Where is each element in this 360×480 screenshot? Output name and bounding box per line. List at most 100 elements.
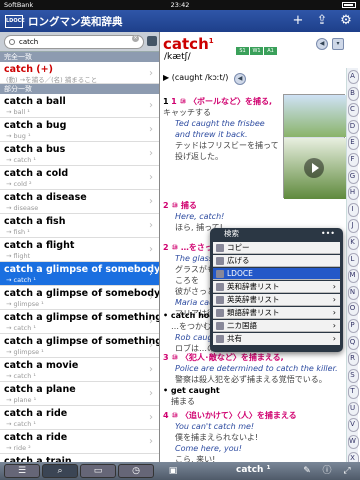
item-headword: catch a glimpse of somebody xyxy=(4,288,160,299)
alpha-index-letter[interactable]: L xyxy=(347,251,359,268)
chevron-right-icon: › xyxy=(149,436,153,447)
list-item[interactable]: catch a train› xyxy=(0,454,159,462)
item-sub: → flight xyxy=(6,252,31,260)
list-item[interactable]: catch a bug → bug ¹ › xyxy=(0,118,159,142)
alpha-index-letter[interactable]: U xyxy=(347,400,359,417)
alpha-index-letter[interactable]: R xyxy=(347,350,359,367)
alpha-index-letter[interactable]: P xyxy=(347,317,359,334)
menu-search[interactable]: 検索 ••• xyxy=(210,228,343,240)
list-item[interactable]: catch a glimpse of somebody → glimpse ¹ › xyxy=(0,286,159,310)
alpha-index-letter[interactable]: O xyxy=(347,300,359,317)
menu-copy[interactable]: コピー xyxy=(213,242,340,254)
list-item[interactable]: catch a ride → ride ² › xyxy=(0,430,159,454)
list-item[interactable]: catch a bus → catch ¹ › xyxy=(0,142,159,166)
chevron-right-icon: › xyxy=(149,244,153,255)
item-headword: catch a ride xyxy=(4,408,68,419)
alpha-index-letter[interactable]: M xyxy=(347,267,359,284)
alpha-index-letter[interactable]: T xyxy=(347,383,359,400)
list-item[interactable]: catch a ride → catch ¹ › xyxy=(0,406,159,430)
speaker-icon[interactable]: ◀ xyxy=(234,73,246,85)
alpha-index-letter[interactable]: I xyxy=(347,201,359,218)
item-headword: catch a movie xyxy=(4,360,79,371)
alpha-index-letter[interactable]: A xyxy=(347,68,359,85)
sidebar-toggle-icon[interactable]: ▣ xyxy=(166,464,180,478)
item-sub: → catch ¹ xyxy=(6,324,36,332)
search-bar: catch × xyxy=(0,32,159,52)
inflection: ▶ (caught /kɔːt/) xyxy=(163,73,229,82)
alpha-index-letter[interactable]: B xyxy=(347,85,359,102)
alpha-index-letter[interactable]: N xyxy=(347,284,359,301)
speaker-icon[interactable]: ◀ xyxy=(316,38,328,50)
chevron-right-icon: › xyxy=(149,196,153,207)
chevron-right-icon: › xyxy=(149,268,153,279)
item-headword: catch a glimpse of somebody xyxy=(4,264,160,275)
corner-menu-icon[interactable] xyxy=(147,36,157,46)
menu-ej-list[interactable]: 英和辞書リスト › xyxy=(213,281,340,293)
item-headword: catch a plane xyxy=(4,384,76,395)
menu-ee-list[interactable]: 英英辞書リスト › xyxy=(213,294,340,306)
item-sub: → ball ¹ xyxy=(6,108,30,116)
alpha-index-letter[interactable]: H xyxy=(347,184,359,201)
alpha-index-letter[interactable]: D xyxy=(347,118,359,135)
list-item[interactable]: catch a fish → fish ¹ › xyxy=(0,214,159,238)
alpha-index-letter[interactable]: X xyxy=(347,450,359,462)
gear-icon[interactable]: ⚙ xyxy=(338,13,354,29)
note-icon[interactable]: ✎ xyxy=(300,464,314,478)
list-item[interactable]: catch a ball → ball ¹ › xyxy=(0,94,159,118)
dictionary-icon xyxy=(216,322,224,330)
list-item[interactable]: catch (+) (動) →を捕る／(名) 捕まること › xyxy=(0,62,159,84)
search-input[interactable]: catch xyxy=(4,35,144,49)
alpha-index-letter[interactable]: V xyxy=(347,416,359,433)
play-icon[interactable] xyxy=(304,158,324,178)
list-item[interactable]: catch a flight → flight › xyxy=(0,238,159,262)
share-icon[interactable]: ⇪ xyxy=(314,13,330,29)
list-item[interactable]: catch a glimpse of something → glimpse ¹ › xyxy=(0,334,159,358)
item-headword: catch a glimpse of something xyxy=(4,312,160,323)
item-headword: catch a cold xyxy=(4,168,69,179)
menu-thesaurus-list[interactable]: 類語辞書リスト › xyxy=(213,307,340,319)
list-item[interactable]: catch a cold → cold ² › xyxy=(0,166,159,190)
list-item[interactable]: catch a movie → catch ¹ › xyxy=(0,358,159,382)
alpha-index-letter[interactable]: K xyxy=(347,234,359,251)
item-sub: (動) →を捕る／(名) 捕まること xyxy=(6,76,98,84)
menu-ldoce[interactable]: LDOCE xyxy=(213,268,340,280)
menu-expand[interactable]: 広げる xyxy=(213,255,340,267)
history-icon[interactable]: ◷ xyxy=(118,464,154,478)
more-icon[interactable]: ••• xyxy=(321,228,335,240)
video-thumbnail[interactable] xyxy=(284,138,346,199)
expand-icon xyxy=(216,257,224,265)
add-icon[interactable]: + xyxy=(290,13,306,29)
alpha-index-letter[interactable]: F xyxy=(347,151,359,168)
item-sub: → plane ¹ xyxy=(6,396,37,404)
collapse-icon[interactable]: ▾ xyxy=(332,38,344,50)
sense-1: 1 1 ⑩ 〈ボールなど〉を捕る, キャッチする Ted caught the … xyxy=(163,97,279,161)
list-item[interactable]: catch a glimpse of somebody → catch ¹ › xyxy=(0,262,159,286)
share-icon xyxy=(216,335,224,343)
alpha-index-letter[interactable]: G xyxy=(347,168,359,185)
clear-icon[interactable]: × xyxy=(132,35,139,42)
alpha-index-letter[interactable]: S xyxy=(347,367,359,384)
app-logo[interactable]: LDOCE xyxy=(5,15,25,28)
menu-bilingual[interactable]: 二カ国語 › xyxy=(213,320,340,332)
list-item[interactable]: catch a glimpse of something → catch ¹ › xyxy=(0,310,159,334)
alpha-index-letter[interactable]: C xyxy=(347,101,359,118)
menu-share[interactable]: 共有 › xyxy=(213,333,340,345)
item-sub: → cold ² xyxy=(6,180,32,188)
fullscreen-icon[interactable]: ⤢ xyxy=(340,464,354,478)
alpha-index-letter[interactable]: W xyxy=(347,433,359,450)
alpha-index-letter[interactable]: Q xyxy=(347,334,359,351)
list-item[interactable]: catch a plane → plane ¹ › xyxy=(0,382,159,406)
list-icon[interactable]: ☰ xyxy=(4,464,40,478)
level-badges: S1 W1 A1 xyxy=(236,37,278,56)
results-panel: catch × 完全一致 catch (+) (動) →を捕る／(名) 捕まるこ… xyxy=(0,32,160,462)
alpha-index-letter[interactable]: E xyxy=(347,134,359,151)
level-badge: S1 xyxy=(236,47,249,55)
search-icon[interactable]: ⌕ xyxy=(42,464,78,478)
item-sub: → catch ¹ xyxy=(6,372,36,380)
info-icon[interactable]: ⓘ xyxy=(320,464,334,478)
alpha-index-letter[interactable]: J xyxy=(347,217,359,234)
illustration[interactable] xyxy=(283,94,346,199)
list-item[interactable]: catch a disease → disease › xyxy=(0,190,159,214)
item-sub: → bug ¹ xyxy=(6,132,31,140)
book-icon[interactable]: ▭ xyxy=(80,464,116,478)
